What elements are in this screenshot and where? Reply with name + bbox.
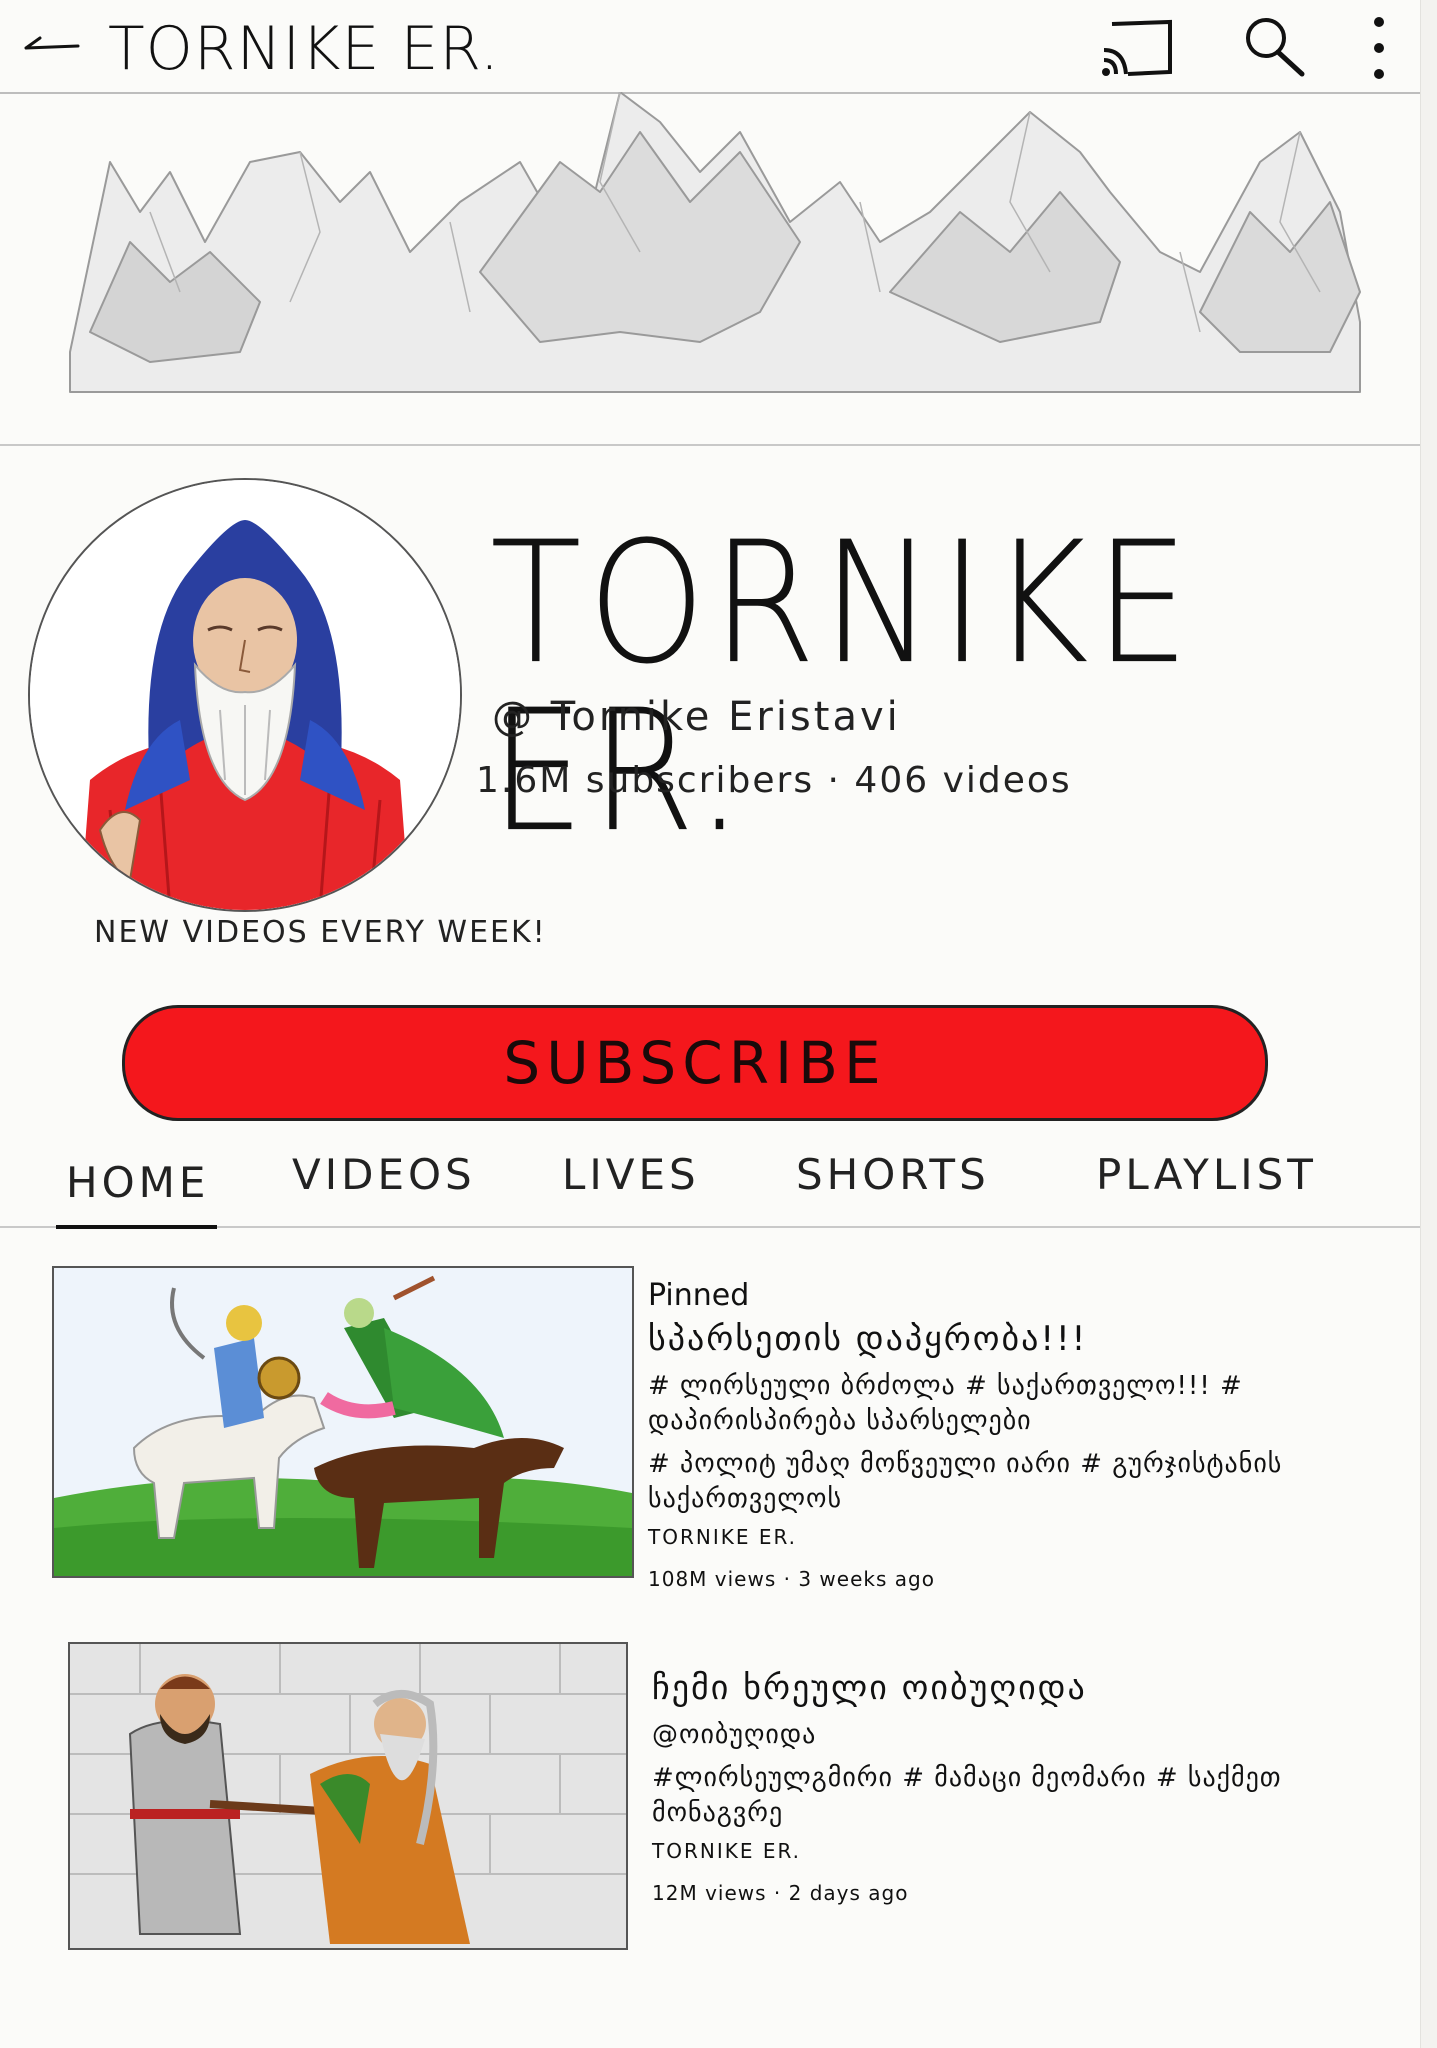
channel-banner [0,91,1420,446]
tab-shorts[interactable]: SHORTS [796,1150,990,1199]
video-tags[interactable]: # პოლიტ უმაღ მოწვეული იარი # გურჯისტანის… [648,1447,1408,1517]
video-details: ჩემი ხრეული ოიბუღიდა @ოიბუღიდა #ლირსეულგ… [652,1668,1412,1905]
subscribe-label: SUBSCRIBE [503,1029,887,1097]
video-thumbnail[interactable] [68,1642,628,1950]
tab-home[interactable]: HOME [55,1158,218,1229]
channel-stats: 1.6M subscribers · 406 videos [476,760,1072,801]
video-channel[interactable]: TORNIKE ER. [648,1525,1408,1549]
pinned-label: Pinned [648,1278,750,1313]
video-title[interactable]: ჩემი ხრეული ოიბუღიდა [652,1668,1412,1708]
channel-handle: @ Tornike Eristavi [492,694,901,740]
channel-name: TORNIKE ER. [490,506,1196,870]
tab-videos[interactable]: VIDEOS [292,1150,476,1199]
top-bar-title: TORNIKE ER. [108,14,501,84]
channel-avatar[interactable] [28,478,462,912]
video-tags[interactable]: #ლირსეულგმირი # მამაცი მეომარი # საქმეთ … [652,1761,1412,1831]
mountain-banner-image [69,91,1361,393]
subscribe-button[interactable]: SUBSCRIBE [122,1005,1268,1121]
channel-tabs: HOME VIDEOS LIVES SHORTS PLAYLIST [0,1140,1420,1229]
back-arrow-icon[interactable] [22,28,82,68]
video-tags[interactable]: @ოიბუღიდა [652,1718,1412,1753]
top-app-bar: TORNIKE ER. [0,0,1420,94]
cast-icon[interactable] [1098,14,1176,80]
search-icon[interactable] [1240,14,1310,80]
video-details: Pinned სპარსეთის დაპყრობა!!! # ლირსეული … [648,1278,1408,1591]
video-title[interactable]: სპარსეთის დაპყრობა!!! [648,1319,1408,1359]
video-thumbnail[interactable] [52,1266,634,1578]
video-tags[interactable]: # ლირსეული ბრძოლა # საქართველო!!! # დაპი… [648,1369,1408,1439]
tab-playlist[interactable]: PLAYLIST [1096,1150,1317,1199]
video-meta: 12M views · 2 days ago [652,1881,909,1906]
video-channel[interactable]: TORNIKE ER. [652,1839,1412,1863]
tab-lives[interactable]: LIVES [562,1150,700,1199]
channel-tagline: NEW VIDEOS EVERY WEEK! [94,915,547,950]
more-vertical-icon[interactable] [1364,12,1394,84]
video-meta: 108M views · 3 weeks ago [648,1567,935,1592]
